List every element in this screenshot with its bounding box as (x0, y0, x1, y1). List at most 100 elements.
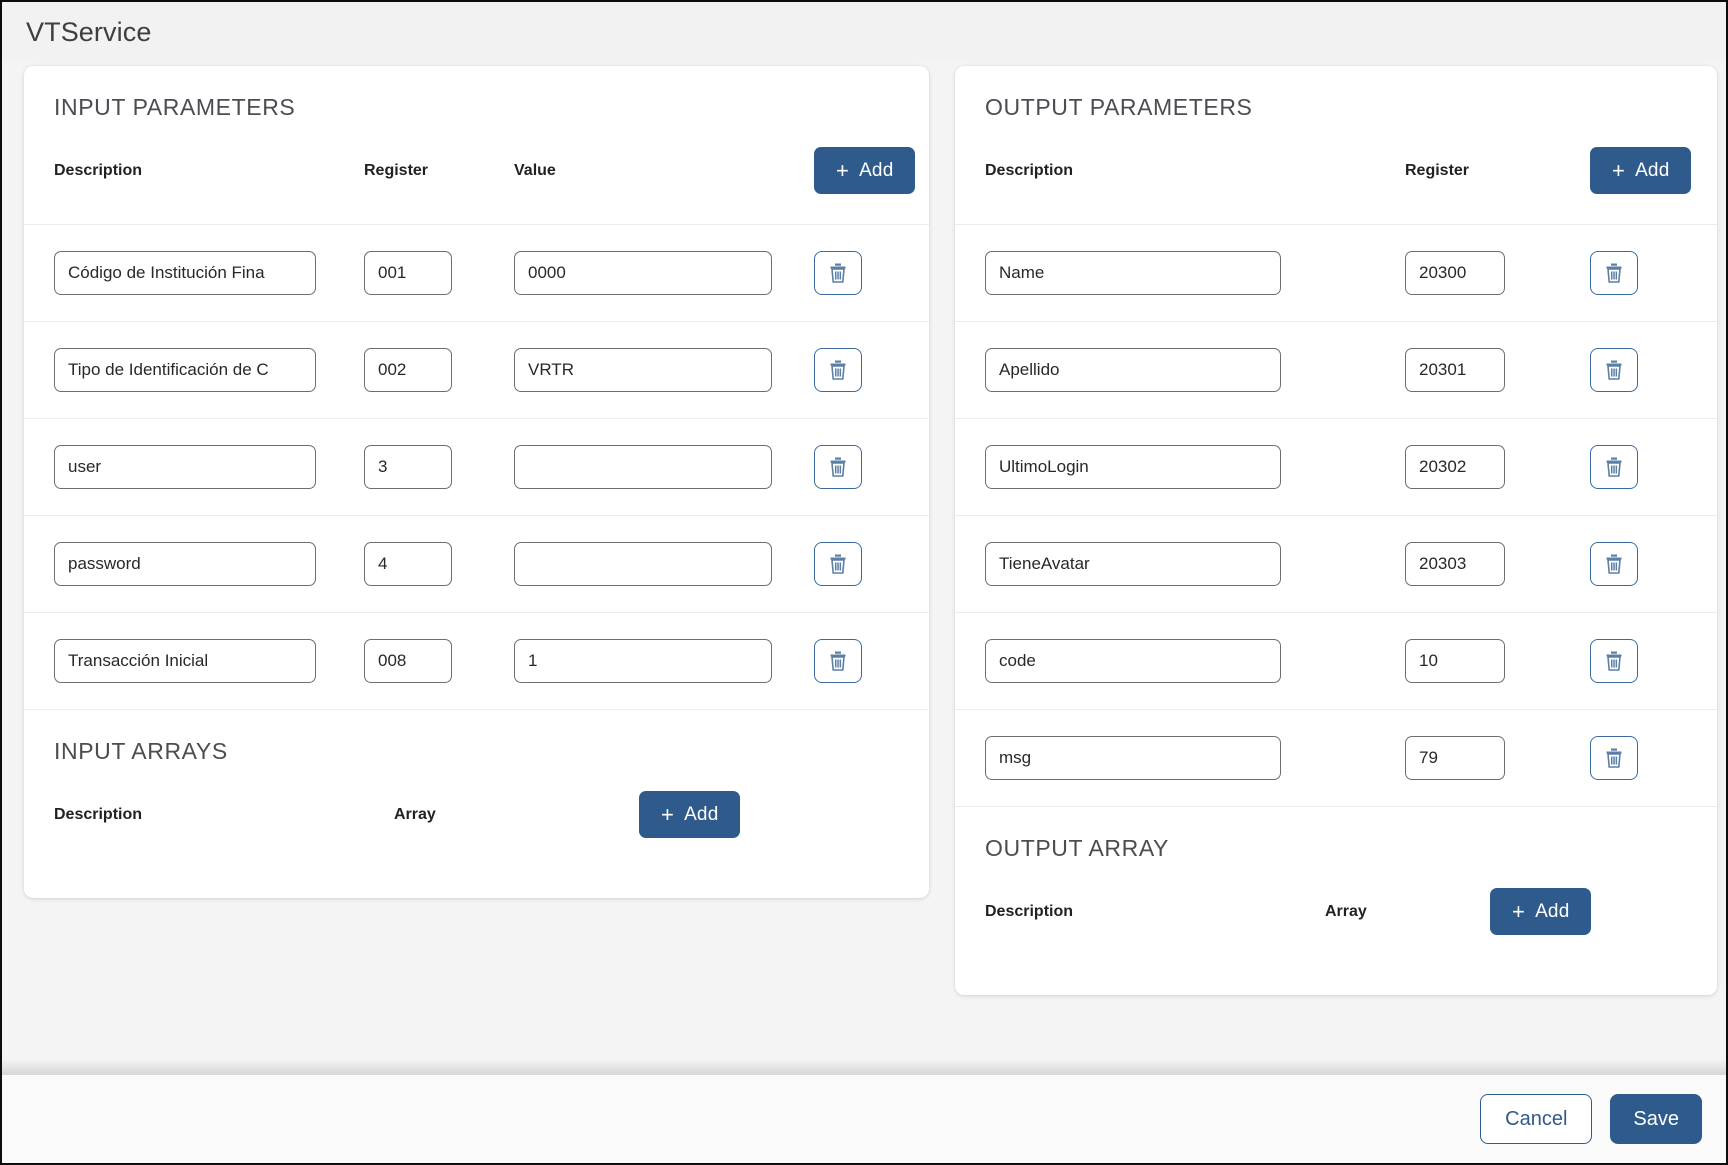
row-value-cell (514, 251, 814, 295)
delete-output-parameter-button[interactable] (1590, 445, 1638, 489)
input-parameter-register-field[interactable] (364, 445, 452, 489)
delete-input-parameter-button[interactable] (814, 639, 862, 683)
trash-icon (830, 651, 846, 671)
delete-output-parameter-button[interactable] (1590, 348, 1638, 392)
table-row (955, 225, 1717, 322)
vtservice-window: VTService INPUT PARAMETERS Description R… (0, 0, 1728, 1165)
output-parameter-description-field[interactable] (985, 348, 1281, 392)
row-register-cell (1405, 639, 1590, 683)
output-parameter-description-field[interactable] (985, 736, 1281, 780)
card-bottom-spacer (955, 965, 1717, 995)
row-register-cell (1405, 348, 1590, 392)
input-parameters-actions: + Add (814, 147, 916, 194)
delete-output-parameter-button[interactable] (1590, 736, 1638, 780)
row-register-cell (364, 445, 514, 489)
output-parameter-register-field[interactable] (1405, 736, 1505, 780)
row-actions-cell (1590, 736, 1687, 780)
input-parameter-description-field[interactable] (54, 639, 316, 683)
delete-input-parameter-button[interactable] (814, 348, 862, 392)
output-array-section: OUTPUT ARRAY (955, 807, 1717, 862)
input-parameter-description-field[interactable] (54, 542, 316, 586)
row-description-cell (985, 639, 1405, 683)
table-row (955, 419, 1717, 516)
output-parameter-register-field[interactable] (1405, 251, 1505, 295)
input-parameter-description-field[interactable] (54, 251, 316, 295)
save-button[interactable]: Save (1610, 1094, 1702, 1144)
row-actions-cell (814, 251, 899, 295)
row-register-cell (1405, 542, 1590, 586)
input-parameter-value-field[interactable] (514, 445, 772, 489)
add-input-array-label: Add (684, 803, 719, 825)
input-parameter-value-field[interactable] (514, 639, 772, 683)
input-arrays-section: INPUT ARRAYS (24, 710, 929, 765)
input-parameter-register-field[interactable] (364, 542, 452, 586)
row-value-cell (514, 639, 814, 683)
delete-output-parameter-button[interactable] (1590, 542, 1638, 586)
table-row (24, 322, 929, 419)
table-row (24, 516, 929, 613)
add-output-array-button[interactable]: + Add (1490, 888, 1592, 935)
row-description-cell (54, 251, 364, 295)
row-description-cell (54, 348, 364, 392)
output-parameter-register-field[interactable] (1405, 639, 1505, 683)
output-parameter-description-field[interactable] (985, 445, 1281, 489)
cancel-button[interactable]: Cancel (1480, 1094, 1593, 1144)
output-array-actions: + Add (1490, 888, 1687, 935)
row-actions-cell (1590, 348, 1687, 392)
row-register-cell (364, 251, 514, 295)
input-parameter-value-field[interactable] (514, 348, 772, 392)
output-parameter-register-field[interactable] (1405, 445, 1505, 489)
input-parameter-value-field[interactable] (514, 542, 772, 586)
window-titlebar: VTService (2, 2, 1726, 62)
delete-input-parameter-button[interactable] (814, 542, 862, 586)
add-input-array-button[interactable]: + Add (639, 791, 741, 838)
input-parameter-value-field[interactable] (514, 251, 772, 295)
trash-icon (830, 457, 846, 477)
row-actions-cell (1590, 251, 1687, 295)
col-header-array: Array (1325, 902, 1367, 920)
plus-icon: + (661, 801, 675, 827)
row-value-cell (514, 445, 814, 489)
delete-input-parameter-button[interactable] (814, 251, 862, 295)
row-description-cell (985, 348, 1405, 392)
output-parameter-description-field[interactable] (985, 639, 1281, 683)
input-parameter-register-field[interactable] (364, 639, 452, 683)
dialog-footer: Cancel Save (2, 1059, 1726, 1163)
row-description-cell (54, 639, 364, 683)
row-actions-cell (1590, 542, 1687, 586)
add-input-parameter-button[interactable]: + Add (814, 147, 916, 194)
table-row (955, 613, 1717, 710)
input-parameter-register-field[interactable] (364, 251, 452, 295)
output-parameters-section: OUTPUT PARAMETERS (955, 66, 1717, 121)
output-parameter-description-field[interactable] (985, 251, 1281, 295)
row-register-cell (364, 348, 514, 392)
output-parameter-register-field[interactable] (1405, 542, 1505, 586)
input-parameters-section: INPUT PARAMETERS (24, 66, 929, 121)
input-parameters-header-row: Description Register Value + Add (24, 147, 929, 224)
trash-icon (830, 263, 846, 283)
input-parameter-description-field[interactable] (54, 348, 316, 392)
row-actions-cell (1590, 445, 1687, 489)
trash-icon (1606, 651, 1622, 671)
row-actions-cell (814, 639, 899, 683)
add-output-parameter-button[interactable]: + Add (1590, 147, 1692, 194)
trash-icon (1606, 748, 1622, 768)
row-description-cell (985, 542, 1405, 586)
row-actions-cell (814, 348, 899, 392)
col-header-description: Description (985, 161, 1074, 179)
row-actions-cell (1590, 639, 1687, 683)
input-parameter-register-field[interactable] (364, 348, 452, 392)
table-row (24, 225, 929, 322)
output-card: OUTPUT PARAMETERS Description Register +… (955, 66, 1717, 995)
input-parameter-description-field[interactable] (54, 445, 316, 489)
output-parameter-register-field[interactable] (1405, 348, 1505, 392)
table-row (955, 322, 1717, 419)
delete-output-parameter-button[interactable] (1590, 639, 1638, 683)
delete-input-parameter-button[interactable] (814, 445, 862, 489)
add-input-parameter-label: Add (859, 159, 894, 181)
trash-icon (830, 554, 846, 574)
output-parameter-description-field[interactable] (985, 542, 1281, 586)
plus-icon: + (1612, 157, 1626, 183)
col-header-value: Value (514, 161, 556, 179)
delete-output-parameter-button[interactable] (1590, 251, 1638, 295)
